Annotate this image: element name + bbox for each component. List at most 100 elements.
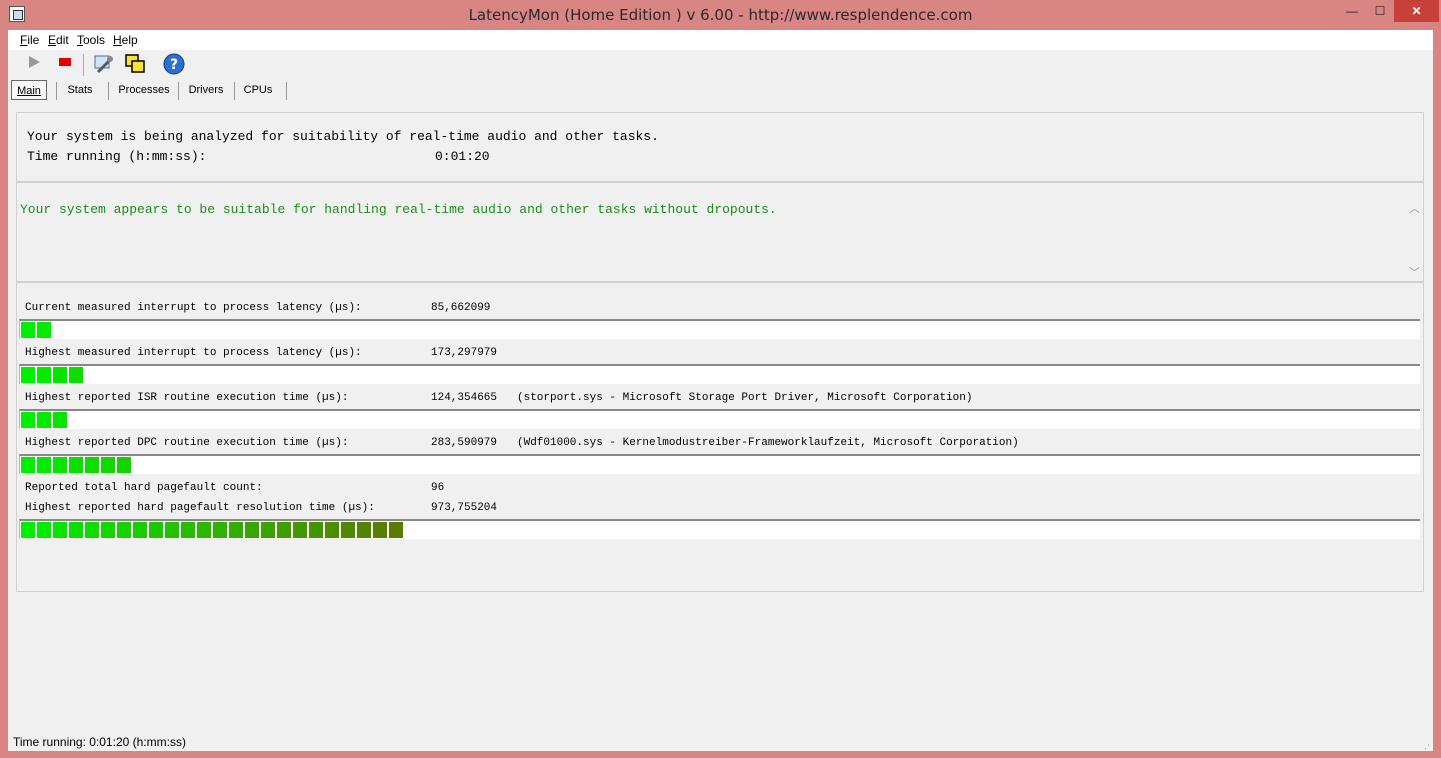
client-area: File Edit Tools Help ? Main Stats Proces…: [8, 30, 1433, 753]
bar-segment: [213, 522, 227, 538]
bar-segment: [21, 457, 35, 473]
bar-segment: [53, 457, 67, 473]
bar-segment: [245, 522, 259, 538]
metric-value: 973,755204: [431, 502, 498, 514]
help-icon[interactable]: ?: [162, 53, 186, 77]
metric-bar: [19, 454, 1420, 474]
metric-driver-info: (Wdf01000.sys - Kernelmodustreiber-Frame…: [517, 437, 1019, 449]
stop-icon[interactable]: [53, 53, 77, 77]
tab-separator: [108, 82, 109, 100]
menu-tools[interactable]: Tools: [77, 33, 105, 47]
windows-icon[interactable]: [123, 53, 147, 77]
bar-segment: [309, 522, 323, 538]
bar-segment: [37, 457, 51, 473]
bar-segment: [37, 367, 51, 383]
tab-strip: Main Stats Processes Drivers CPUs: [8, 80, 1433, 102]
metric-label: Highest reported ISR routine execution t…: [25, 392, 349, 404]
bar-segment: [117, 522, 131, 538]
bar-segment: [85, 457, 99, 473]
window-title: LatencyMon (Home Edition ) v 6.00 - http…: [468, 6, 973, 24]
bar-segment: [277, 522, 291, 538]
bar-segment: [53, 412, 67, 428]
menu-help[interactable]: Help: [113, 33, 138, 47]
bar-segment: [117, 457, 131, 473]
bar-segment: [37, 522, 51, 538]
play-icon[interactable]: [22, 53, 46, 77]
bar-segment: [37, 412, 51, 428]
tab-cpus[interactable]: CPUs: [238, 80, 278, 100]
bar-segment: [373, 522, 387, 538]
verdict-panel: Your system appears to be suitable for h…: [16, 182, 1424, 282]
bar-segment: [325, 522, 339, 538]
title-bar: LatencyMon (Home Edition ) v 6.00 - http…: [0, 0, 1441, 30]
metrics-panel: Current measured interrupt to process la…: [16, 282, 1424, 592]
tab-separator: [56, 82, 57, 100]
bar-segment: [341, 522, 355, 538]
status-text: Time running: 0:01:20 (h:mm:ss): [13, 735, 186, 749]
tab-drivers[interactable]: Drivers: [182, 80, 230, 100]
metric-driver-info: (storport.sys - Microsoft Storage Port D…: [517, 392, 973, 404]
close-button[interactable]: ✕: [1394, 0, 1439, 22]
time-running-label: Time running (h:mm:ss):: [27, 149, 207, 164]
minimize-button[interactable]: —: [1338, 0, 1366, 22]
menu-file[interactable]: File: [20, 33, 39, 47]
bar-segment: [69, 522, 83, 538]
bar-segment: [69, 457, 83, 473]
svg-text:?: ?: [170, 57, 178, 73]
bar-segment: [53, 367, 67, 383]
time-running-value: 0:01:20: [435, 149, 490, 164]
bar-segment: [197, 522, 211, 538]
toolbar: ?: [8, 50, 1433, 80]
menu-bar: File Edit Tools Help: [8, 30, 1433, 50]
tab-processes[interactable]: Processes: [112, 80, 176, 100]
resize-grip-icon[interactable]: ⋰: [1421, 739, 1431, 753]
bar-segment: [21, 367, 35, 383]
menu-edit[interactable]: Edit: [48, 33, 69, 47]
metric-value: 124,354665: [431, 392, 498, 404]
bar-segment: [37, 322, 51, 338]
metric-bar: [19, 409, 1420, 429]
wrench-icon[interactable]: [91, 53, 115, 77]
tab-stats[interactable]: Stats: [60, 80, 100, 100]
bar-segment: [21, 412, 35, 428]
analysis-panel: Your system is being analyzed for suitab…: [16, 112, 1424, 182]
scroll-up-icon[interactable]: ︿: [1409, 200, 1420, 216]
bar-segment: [21, 522, 35, 538]
tab-separator: [234, 82, 235, 100]
bar-segment: [21, 322, 35, 338]
bar-segment: [69, 367, 83, 383]
bar-segment: [389, 522, 403, 538]
metric-value: 96: [431, 482, 445, 494]
toolbar-separator: [83, 54, 84, 76]
verdict-message: Your system appears to be suitable for h…: [20, 202, 777, 217]
metric-value: 283,590979: [431, 437, 498, 449]
metric-value: 85,662099: [431, 302, 491, 314]
scroll-down-icon[interactable]: ﹀: [1409, 264, 1420, 280]
bar-segment: [101, 457, 115, 473]
bar-segment: [261, 522, 275, 538]
metric-label: Current measured interrupt to process la…: [25, 302, 362, 314]
bar-segment: [357, 522, 371, 538]
bar-segment: [165, 522, 179, 538]
metric-label: Highest reported DPC routine execution t…: [25, 437, 349, 449]
bar-segment: [133, 522, 147, 538]
maximize-button[interactable]: ☐: [1366, 0, 1394, 22]
verdict-scrollbar[interactable]: ︿ ﹀: [1406, 198, 1423, 280]
metric-label: Highest measured interrupt to process la…: [25, 347, 362, 359]
analysis-message: Your system is being analyzed for suitab…: [27, 129, 659, 144]
tab-main[interactable]: Main: [11, 80, 47, 100]
metric-bar: [19, 519, 1420, 539]
status-bar: Time running: 0:01:20 (h:mm:ss) ⋰: [8, 733, 1433, 753]
bar-segment: [181, 522, 195, 538]
metric-label: Reported total hard pagefault count:: [25, 482, 263, 494]
metric-bar: [19, 319, 1420, 339]
bar-segment: [101, 522, 115, 538]
tab-separator: [286, 82, 287, 100]
bar-segment: [149, 522, 163, 538]
bar-segment: [293, 522, 307, 538]
tab-separator: [178, 82, 179, 100]
metric-value: 173,297979: [431, 347, 498, 359]
metric-label: Highest reported hard pagefault resoluti…: [25, 502, 375, 514]
bar-segment: [85, 522, 99, 538]
bar-segment: [53, 522, 67, 538]
